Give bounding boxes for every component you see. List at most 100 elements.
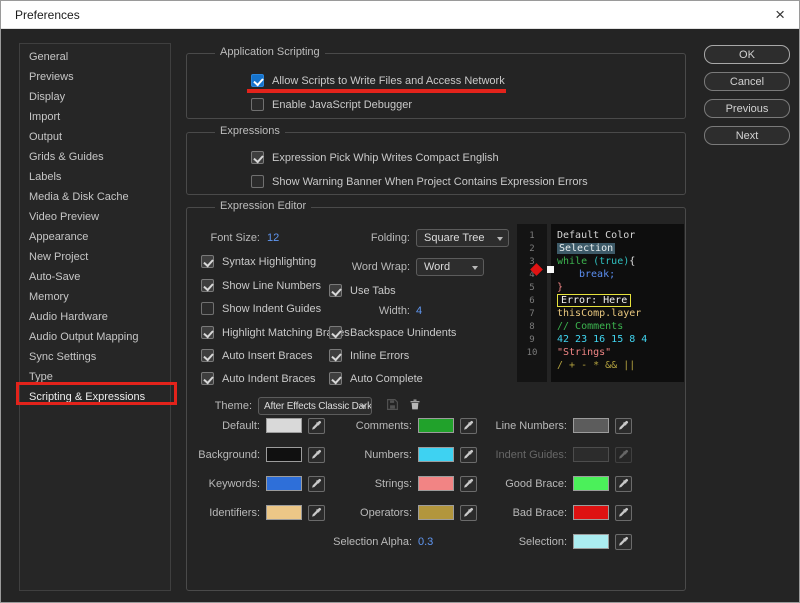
selection-alpha-value[interactable]: 0.3 xyxy=(418,536,433,548)
color-swatch-strings[interactable] xyxy=(418,476,454,491)
checkbox-auto-indent-braces[interactable]: Auto Indent Braces xyxy=(201,372,316,385)
checkbox-allow-scripts[interactable]: Allow Scripts to Write Files and Access … xyxy=(251,74,505,87)
color-row-selection: Selection: xyxy=(465,533,632,550)
sidebar-item-grids-guides[interactable]: Grids & Guides xyxy=(20,147,170,167)
checkbox-box-show-indent-guides[interactable] xyxy=(201,302,214,315)
save-theme-button[interactable] xyxy=(383,397,401,414)
code-token-keyword: while xyxy=(557,256,594,267)
code-line: thisComp.layer xyxy=(557,307,678,320)
sidebar-item-audio-output-mapping[interactable]: Audio Output Mapping xyxy=(20,327,170,347)
color-label: Selection: xyxy=(518,535,567,548)
checkbox-box-show-line-numbers[interactable] xyxy=(201,279,214,292)
checkbox-use-tabs[interactable]: Use Tabs xyxy=(329,284,396,297)
width-value[interactable]: 4 xyxy=(416,305,422,317)
checkbox-label: Auto Complete xyxy=(350,372,423,385)
sidebar-item-media-disk-cache[interactable]: Media & Disk Cache xyxy=(20,187,170,207)
folding-select[interactable]: Square Tree xyxy=(416,229,509,247)
checkbox-box-warning-banner[interactable] xyxy=(251,175,264,188)
eyedropper-button[interactable] xyxy=(615,533,632,550)
checkbox-highlight-matching-braces[interactable]: Highlight Matching Braces xyxy=(201,326,350,339)
checkbox-js-debugger[interactable]: Enable JavaScript Debugger xyxy=(251,98,412,111)
color-swatch-good-brace[interactable] xyxy=(573,476,609,491)
checkbox-box-auto-indent-braces[interactable] xyxy=(201,372,214,385)
checkbox-label: Show Warning Banner When Project Contain… xyxy=(272,175,588,188)
checkbox-box-auto-complete[interactable] xyxy=(329,372,342,385)
checkbox-label: Allow Scripts to Write Files and Access … xyxy=(272,74,505,87)
sidebar-item-appearance[interactable]: Appearance xyxy=(20,227,170,247)
sidebar-item-auto-save[interactable]: Auto-Save xyxy=(20,267,170,287)
word-wrap-select[interactable]: Word xyxy=(416,258,484,276)
color-label: Good Brace: xyxy=(505,477,567,490)
checkbox-label: Backspace Unindents xyxy=(350,326,457,339)
next-button[interactable]: Next xyxy=(704,126,790,145)
checkbox-show-line-numbers[interactable]: Show Line Numbers xyxy=(201,279,321,292)
color-swatch-line-numbers[interactable] xyxy=(573,418,609,433)
cancel-button[interactable]: Cancel xyxy=(704,72,790,91)
annotation-underline xyxy=(247,89,506,93)
previous-button[interactable]: Previous xyxy=(704,99,790,118)
sidebar-item-sync-settings[interactable]: Sync Settings xyxy=(20,347,170,367)
color-swatch-default[interactable] xyxy=(266,418,302,433)
checkbox-box-inline-errors[interactable] xyxy=(329,349,342,362)
sidebar-item-video-preview[interactable]: Video Preview xyxy=(20,207,170,227)
line-number: 8 xyxy=(529,322,535,332)
checkbox-label: Auto Indent Braces xyxy=(222,372,316,385)
sidebar-item-labels[interactable]: Labels xyxy=(20,167,170,187)
preferences-dialog: Preferences × General Previews Display I… xyxy=(0,0,800,603)
checkbox-auto-complete[interactable]: Auto Complete xyxy=(329,372,423,385)
color-row-keywords: Keywords: xyxy=(197,475,325,492)
theme-select[interactable]: After Effects Classic Dark xyxy=(258,397,372,415)
sidebar-item-previews[interactable]: Previews xyxy=(20,67,170,87)
color-swatch-identifiers[interactable] xyxy=(266,505,302,520)
checkbox-warning-banner[interactable]: Show Warning Banner When Project Contain… xyxy=(251,175,588,188)
color-row-identifiers: Identifiers: xyxy=(197,504,325,521)
sidebar-item-output[interactable]: Output xyxy=(20,127,170,147)
color-swatch-selection[interactable] xyxy=(573,534,609,549)
checkbox-auto-insert-braces[interactable]: Auto Insert Braces xyxy=(201,349,313,362)
color-swatch-operators[interactable] xyxy=(418,505,454,520)
ok-button[interactable]: OK xyxy=(704,45,790,64)
sidebar-item-new-project[interactable]: New Project xyxy=(20,247,170,267)
close-icon[interactable]: × xyxy=(775,6,785,23)
selection-alpha-row: Selection Alpha: 0.3 xyxy=(307,533,433,550)
checkbox-box-syntax-highlighting[interactable] xyxy=(201,255,214,268)
sidebar-item-general[interactable]: General xyxy=(20,47,170,67)
eyedropper-button[interactable] xyxy=(615,475,632,492)
checkbox-syntax-highlighting[interactable]: Syntax Highlighting xyxy=(201,255,316,268)
color-swatch-keywords[interactable] xyxy=(266,476,302,491)
code-token-identifier: thisComp.layer xyxy=(557,308,642,319)
color-label: Indent Guides: xyxy=(495,448,567,461)
checkbox-box-backspace-unindents[interactable] xyxy=(329,326,342,339)
color-swatch-comments[interactable] xyxy=(418,418,454,433)
font-size-value[interactable]: 12 xyxy=(267,232,279,244)
checkbox-box-js-debugger[interactable] xyxy=(251,98,264,111)
color-swatch-numbers[interactable] xyxy=(418,447,454,462)
checkbox-box-auto-insert-braces[interactable] xyxy=(201,349,214,362)
checkbox-backspace-unindents[interactable]: Backspace Unindents xyxy=(329,326,456,339)
delete-theme-button[interactable] xyxy=(406,397,424,414)
code-token: (true) xyxy=(593,256,630,267)
eyedropper-button[interactable] xyxy=(615,504,632,521)
checkbox-inline-errors[interactable]: Inline Errors xyxy=(329,349,409,362)
checkbox-box-highlight-matching-braces[interactable] xyxy=(201,326,214,339)
sidebar-item-audio-hardware[interactable]: Audio Hardware xyxy=(20,307,170,327)
sidebar-item-import[interactable]: Import xyxy=(20,107,170,127)
color-swatch-background[interactable] xyxy=(266,447,302,462)
checkbox-show-indent-guides[interactable]: Show Indent Guides xyxy=(201,302,321,315)
code-token-string: "Strings" xyxy=(557,347,612,358)
checkbox-box-pick-whip[interactable] xyxy=(251,151,264,164)
line-number: 1 xyxy=(529,231,535,241)
color-swatch-bad-brace[interactable] xyxy=(573,505,609,520)
color-label: Numbers: xyxy=(364,448,412,461)
color-row-good-brace: Good Brace: xyxy=(465,475,632,492)
sidebar-item-memory[interactable]: Memory xyxy=(20,287,170,307)
sidebar-item-display[interactable]: Display xyxy=(20,87,170,107)
color-label: Strings: xyxy=(374,477,412,490)
checkbox-label: Enable JavaScript Debugger xyxy=(272,98,413,111)
checkbox-pick-whip[interactable]: Expression Pick Whip Writes Compact Engl… xyxy=(251,151,499,164)
code-line: Selection xyxy=(557,242,678,255)
checkbox-box-use-tabs[interactable] xyxy=(329,284,342,297)
checkbox-box-allow-scripts[interactable] xyxy=(251,74,264,87)
eyedropper-button[interactable] xyxy=(615,417,632,434)
code-line: / + - * && || xyxy=(557,359,678,372)
